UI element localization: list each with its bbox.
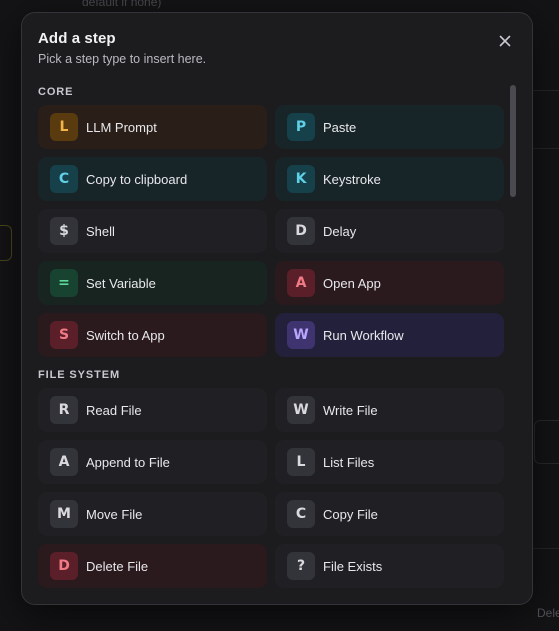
dialog-subtitle: Pick a step type to insert here.	[38, 52, 207, 66]
background-divider	[529, 148, 559, 149]
core-step-grid: L LLM Prompt P Paste C Copy to clipboard K Keys…	[38, 105, 504, 357]
step-label: Shell	[86, 223, 115, 239]
background-hint-text: default if none)	[82, 0, 162, 9]
step-badge: $	[50, 217, 78, 245]
step-badge: C	[50, 165, 78, 193]
step-badge: D	[287, 217, 315, 245]
background-button-text[interactable]: Dele	[537, 606, 559, 620]
step-option-append-to-file[interactable]: A Append to File	[38, 440, 267, 484]
background-card-edge	[534, 420, 559, 464]
step-option-shell[interactable]: $ Shell	[38, 209, 267, 253]
step-label: List Files	[323, 454, 375, 470]
step-badge: K	[287, 165, 315, 193]
step-label: Set Variable	[86, 275, 156, 291]
file-system-step-grid: R Read File W Write File A Append to File L Lis…	[38, 388, 504, 588]
step-label: Read File	[86, 402, 142, 418]
dialog-title: Add a step	[38, 30, 116, 47]
dialog-header: Add a step Pick a step type to insert he…	[38, 30, 516, 66]
step-label: Keystroke	[323, 171, 381, 187]
step-option-read-file[interactable]: R Read File	[38, 388, 267, 432]
step-option-llm-prompt[interactable]: L LLM Prompt	[38, 105, 267, 149]
step-option-copy-to-clipboard[interactable]: C Copy to clipboard	[38, 157, 267, 201]
step-badge: R	[50, 396, 78, 424]
step-option-file-exists[interactable]: ? File Exists	[275, 544, 504, 588]
background-field-edge	[0, 225, 12, 261]
step-option-switch-to-app[interactable]: S Switch to App	[38, 313, 267, 357]
step-option-list-files[interactable]: L List Files	[275, 440, 504, 484]
scrollbar[interactable]	[510, 85, 516, 595]
step-option-write-file[interactable]: W Write File	[275, 388, 504, 432]
step-option-set-variable[interactable]: = Set Variable	[38, 261, 267, 305]
step-badge: W	[287, 321, 315, 349]
step-option-delete-file[interactable]: D Delete File	[38, 544, 267, 588]
step-badge: P	[287, 113, 315, 141]
step-badge: A	[287, 269, 315, 297]
step-label: Copy to clipboard	[86, 171, 188, 187]
step-option-move-file[interactable]: M Move File	[38, 492, 267, 536]
step-option-copy-file[interactable]: C Copy File	[275, 492, 504, 536]
background-divider	[529, 548, 559, 549]
step-label: Switch to App	[86, 327, 165, 343]
step-badge: S	[50, 321, 78, 349]
section-label-core: CORE	[38, 86, 74, 98]
step-badge: M	[50, 500, 78, 528]
step-label: Delay	[323, 223, 357, 239]
step-label: Append to File	[86, 454, 170, 470]
step-option-open-app[interactable]: A Open App	[275, 261, 504, 305]
step-option-paste[interactable]: P Paste	[275, 105, 504, 149]
step-badge: C	[287, 500, 315, 528]
step-label: Copy File	[323, 506, 378, 522]
step-label: Move File	[86, 506, 143, 522]
step-option-keystroke[interactable]: K Keystroke	[275, 157, 504, 201]
step-badge: ?	[287, 552, 315, 580]
background-divider	[529, 90, 559, 91]
step-badge: L	[287, 448, 315, 476]
step-option-delay[interactable]: D Delay	[275, 209, 504, 253]
step-badge: =	[50, 269, 78, 297]
section-label-file-system: FILE SYSTEM	[38, 369, 121, 381]
add-step-dialog: Add a step Pick a step type to insert he…	[21, 12, 533, 605]
step-label: LLM Prompt	[86, 119, 157, 135]
close-button[interactable]	[496, 32, 514, 50]
step-badge: L	[50, 113, 78, 141]
close-icon	[499, 35, 511, 47]
step-label: Write File	[323, 402, 378, 418]
step-label: File Exists	[323, 558, 383, 574]
step-badge: A	[50, 448, 78, 476]
step-label: Delete File	[86, 558, 149, 574]
step-badge: D	[50, 552, 78, 580]
step-label: Run Workflow	[323, 327, 404, 343]
step-list[interactable]: CORE L LLM Prompt P Paste C Copy to clipboard…	[22, 83, 532, 604]
step-label: Paste	[323, 119, 357, 135]
step-label: Open App	[323, 275, 381, 291]
step-badge: W	[287, 396, 315, 424]
scrollbar-thumb[interactable]	[510, 85, 516, 197]
step-option-run-workflow[interactable]: W Run Workflow	[275, 313, 504, 357]
